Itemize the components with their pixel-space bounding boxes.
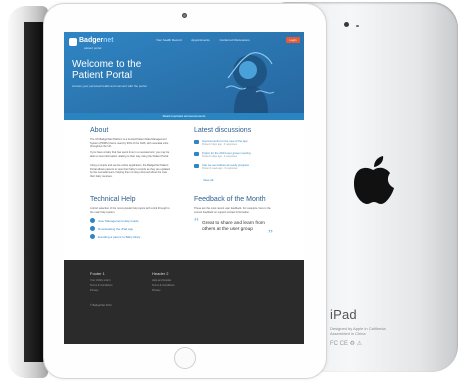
screen: Badgernet patient portal Your health Rec… bbox=[64, 32, 304, 344]
decorative-figure-illustration bbox=[225, 52, 275, 113]
discussion-item[interactable]: Improvements for the new of the app Post… bbox=[194, 139, 276, 149]
discussion-meta: Posted 1 week ago · 6 responses bbox=[202, 167, 238, 170]
close-quote-icon: ” bbox=[268, 228, 273, 240]
nav-item-health-record[interactable]: Your health Record bbox=[156, 38, 182, 42]
feedback-quote: Great to share and learn from others at … bbox=[202, 221, 265, 232]
hero-banner: Badgernet patient portal Your health Rec… bbox=[64, 32, 304, 113]
help-link[interactable]: Downloading the iPad app bbox=[98, 227, 133, 231]
footer-link[interactable]: Help and Guides bbox=[152, 279, 171, 282]
top-nav: Your health Record Appointments Conferre… bbox=[156, 38, 259, 42]
badger-logo-icon bbox=[69, 38, 77, 46]
hero-title: Welcome to the Patient Portal bbox=[72, 59, 142, 81]
help-intro: A short selection of the most popular he… bbox=[90, 207, 170, 214]
announcement-bar[interactable]: Read important announcements bbox=[64, 113, 304, 120]
help-link[interactable]: Enrolling a parent to Baby Diary bbox=[98, 235, 140, 239]
back-fine-print: Designed by Apple in California Assemble… bbox=[330, 326, 386, 336]
login-button[interactable]: Login bbox=[286, 37, 300, 43]
discussion-item[interactable]: Can we see babies at Leedy progress Post… bbox=[194, 163, 276, 173]
speech-bubble-icon bbox=[194, 140, 199, 144]
footer-heading-1: Footer 1 bbox=[90, 271, 105, 276]
feedback-heading: Feedback of the Month bbox=[194, 196, 266, 203]
rear-microphone bbox=[356, 25, 359, 27]
home-button[interactable] bbox=[174, 347, 196, 369]
footer-link[interactable]: Privacy bbox=[90, 289, 99, 292]
apple-logo-icon bbox=[354, 156, 394, 204]
ipad-wordmark: iPad bbox=[330, 307, 357, 322]
nav-item-appointments[interactable]: Appointments bbox=[191, 38, 209, 42]
footer: Footer 1 Your child's Link 1 Terms & Con… bbox=[64, 260, 304, 344]
footer-link[interactable]: Your child's Link 1 bbox=[90, 279, 111, 282]
footer-link[interactable]: Terms & Conditions bbox=[90, 284, 113, 287]
view-all-link[interactable]: View all bbox=[203, 178, 213, 182]
help-circle-icon bbox=[90, 234, 95, 239]
about-paragraph: If you have a baby that has spent time i… bbox=[90, 151, 170, 158]
discussion-meta: Posted 2 days ago · 4 responses bbox=[202, 143, 237, 146]
ipad-side-view bbox=[8, 6, 50, 378]
about-paragraph: Using a simple and secure online applica… bbox=[90, 164, 170, 178]
footer-link[interactable]: Terms & Conditions bbox=[152, 284, 175, 287]
nav-item-discussions[interactable]: Conferred Discussions bbox=[219, 38, 249, 42]
discussions-heading: Latest discussions bbox=[194, 127, 252, 134]
hero-subtitle: Access your personal health and connect … bbox=[72, 84, 147, 88]
help-circle-icon bbox=[90, 226, 95, 231]
open-quote-icon: “ bbox=[194, 216, 199, 228]
front-camera-icon bbox=[182, 13, 187, 18]
footer-heading-2: Header 2 bbox=[152, 271, 169, 276]
speech-bubble-icon bbox=[194, 152, 199, 156]
discussion-item[interactable]: Topics for the 2014 user group meeting P… bbox=[194, 151, 276, 161]
footer-link[interactable]: Privacy bbox=[152, 289, 161, 292]
regulatory-marks: FC CE ♻ ⚠ bbox=[330, 341, 363, 347]
brand-name: Badgernet bbox=[79, 37, 114, 44]
rear-camera bbox=[344, 22, 349, 27]
discussion-meta: Posted 4 days ago · 2 responses bbox=[202, 155, 237, 158]
copyright: © BadgerNet 2014 bbox=[90, 304, 112, 307]
help-heading: Technical Help bbox=[90, 196, 136, 203]
brand[interactable]: Badgernet patient portal bbox=[69, 37, 114, 51]
help-link[interactable]: User Management Help Guide bbox=[98, 219, 139, 223]
about-paragraph: The UK BadgerNet Platform is a trusted P… bbox=[90, 138, 169, 149]
about-heading: About bbox=[90, 127, 109, 134]
speech-bubble-icon bbox=[194, 164, 199, 168]
brand-subtitle: patient portal bbox=[84, 46, 102, 50]
side-screen bbox=[24, 22, 44, 362]
help-circle-icon bbox=[90, 218, 95, 223]
feedback-intro: These are the most recent user feedback.… bbox=[194, 207, 271, 214]
product-photo: iPad Designed by Apple in California Ass… bbox=[0, 0, 462, 382]
